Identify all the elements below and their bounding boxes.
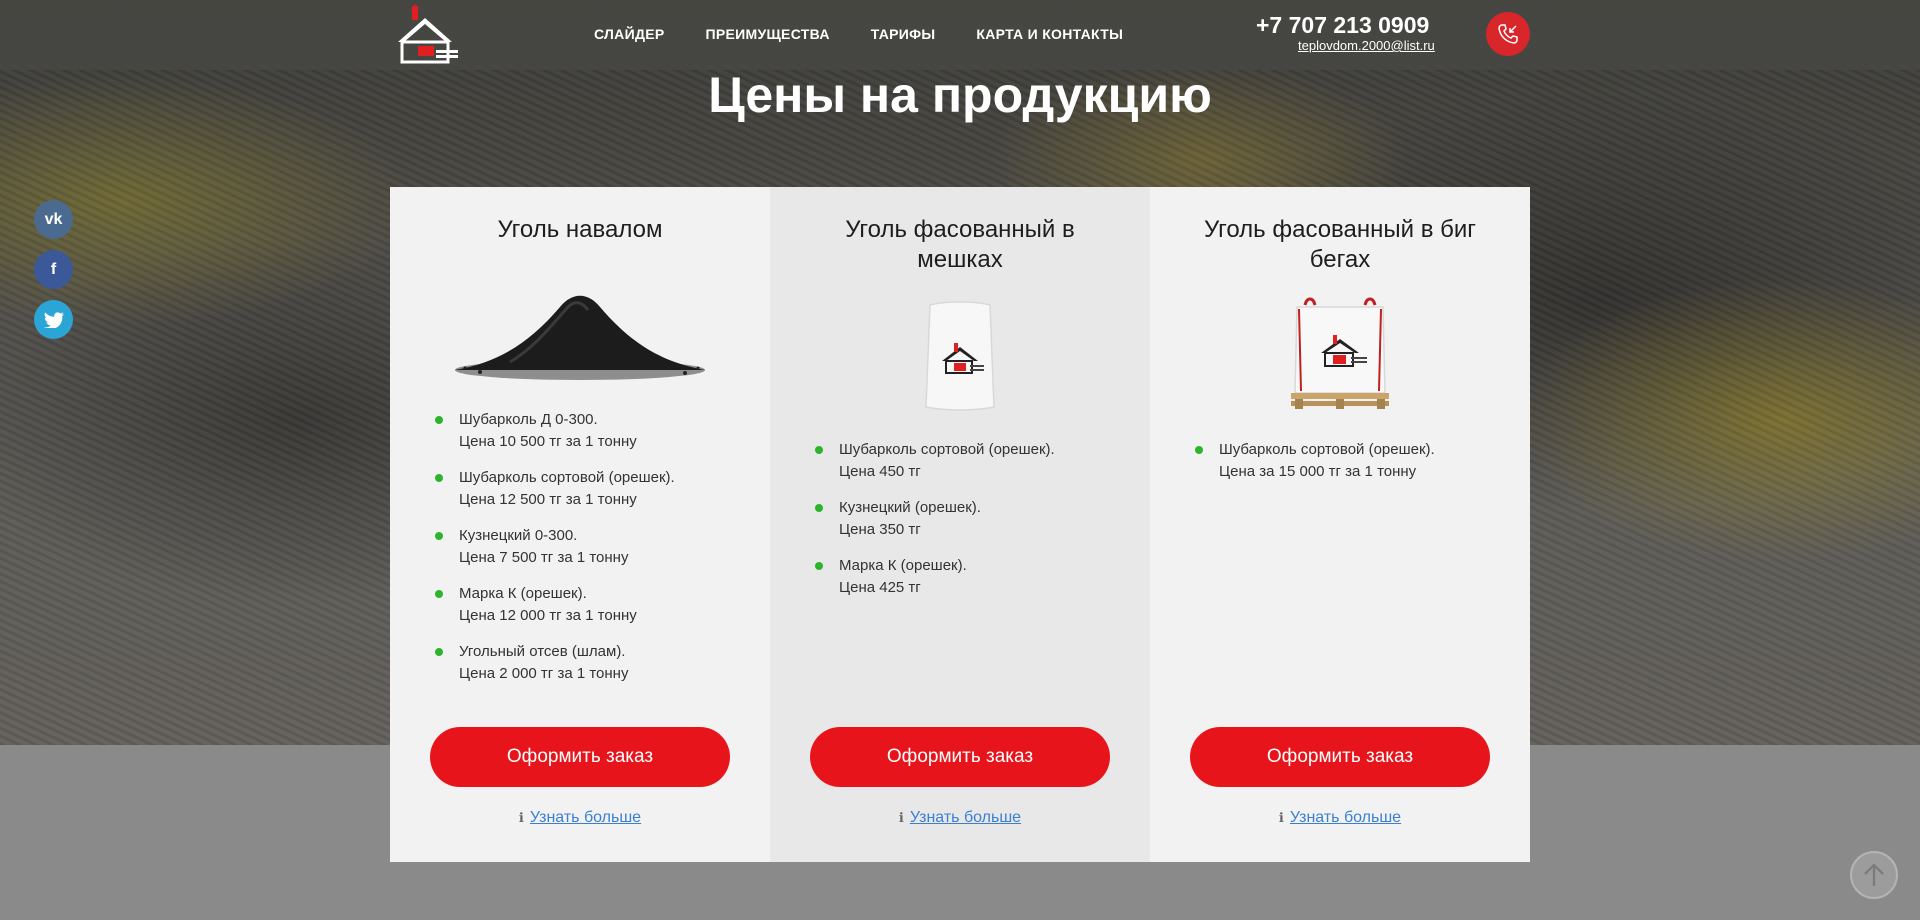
info-icon: ℹ <box>518 810 524 825</box>
phone-number[interactable]: +7 707 213 0909 <box>1256 12 1429 39</box>
main-nav: СЛАЙДЕР ПРЕИМУЩЕСТВА ТАРИФЫ КАРТА И КОНТ… <box>594 26 1123 42</box>
logo[interactable] <box>390 4 460 66</box>
nav-slider[interactable]: СЛАЙДЕР <box>594 26 665 42</box>
nav-tariffs[interactable]: ТАРИФЫ <box>871 26 936 42</box>
order-button[interactable]: Оформить заказ <box>1190 727 1490 787</box>
coal-bag-image <box>920 299 1000 419</box>
info-icon: ℹ <box>1278 810 1284 825</box>
callback-button[interactable] <box>1486 12 1530 56</box>
twitter-icon[interactable] <box>34 300 73 339</box>
learn-more: ℹ Узнать больше <box>1150 809 1530 827</box>
list-item: Марка К (орешек). Цена 425 тг <box>815 555 1130 599</box>
nav-advantages[interactable]: ПРЕИМУЩЕСТВА <box>706 26 830 42</box>
order-button[interactable]: Оформить заказ <box>810 727 1110 787</box>
vk-icon[interactable]: vk <box>34 200 73 239</box>
price-list: Шубарколь сортовой (орешек). Цена 450 тг … <box>815 439 1130 613</box>
facebook-icon[interactable]: f <box>34 250 73 289</box>
scroll-to-top-button[interactable] <box>1850 851 1898 899</box>
learn-more: ℹ Узнать больше <box>770 809 1150 827</box>
card-title: Уголь навалом <box>497 216 663 243</box>
list-item: Шубарколь сортовой (орешек). Цена 12 500 … <box>435 467 750 511</box>
big-bag-image <box>1285 295 1395 420</box>
phone-call-icon <box>1498 24 1518 44</box>
info-icon: ℹ <box>898 810 904 825</box>
nav-map-contacts[interactable]: КАРТА И КОНТАКТЫ <box>976 26 1123 42</box>
card-title: Уголь фасованный в биг бегах <box>1203 216 1477 273</box>
learn-more-link[interactable]: Узнать больше <box>530 809 641 826</box>
list-item: Угольный отсев (шлам). Цена 2 000 тг за 1… <box>435 641 750 685</box>
pricing-card-bigbags: Уголь фасованный в биг бегах Шубарколь с… <box>1150 187 1530 862</box>
list-item: Кузнецкий 0-300. Цена 7 500 тг за 1 тонну <box>435 525 750 569</box>
learn-more-link[interactable]: Узнать больше <box>910 809 1021 826</box>
list-item: Марка К (орешек). Цена 12 000 тг за 1 тон… <box>435 583 750 627</box>
arrow-up-icon <box>1864 863 1884 886</box>
email-link[interactable]: teplovdom.2000@list.ru <box>1298 38 1435 53</box>
list-item: Кузнецкий (орешек). Цена 350 тг <box>815 497 1130 541</box>
price-list: Шубарколь Д 0-300. Цена 10 500 тг за 1 то… <box>435 409 750 699</box>
social-links: vk f <box>34 200 73 339</box>
page-title: Цены на продукцию <box>708 67 1212 123</box>
list-item: Шубарколь Д 0-300. Цена 10 500 тг за 1 то… <box>435 409 750 453</box>
learn-more: ℹ Узнать больше <box>390 809 770 827</box>
list-item: Шубарколь сортовой (орешек). Цена 450 тг <box>815 439 1130 483</box>
order-button[interactable]: Оформить заказ <box>430 727 730 787</box>
list-item: Шубарколь сортовой (орешек). Цена за 15 0… <box>1195 439 1510 483</box>
card-title: Уголь фасованный в мешках <box>845 216 1075 273</box>
pricing-table: Уголь навалом Шубарколь Д 0-300. Цена 10 … <box>390 187 1530 862</box>
price-list: Шубарколь сортовой (орешек). Цена за 15 0… <box>1195 439 1510 497</box>
header: СЛАЙДЕР ПРЕИМУЩЕСТВА ТАРИФЫ КАРТА И КОНТ… <box>0 0 1920 70</box>
pricing-card-bulk: Уголь навалом Шубарколь Д 0-300. Цена 10 … <box>390 187 770 862</box>
learn-more-link[interactable]: Узнать больше <box>1290 809 1401 826</box>
pricing-card-bags: Уголь фасованный в мешках Шубарколь сорт… <box>770 187 1150 862</box>
coal-pile-image <box>450 282 710 387</box>
